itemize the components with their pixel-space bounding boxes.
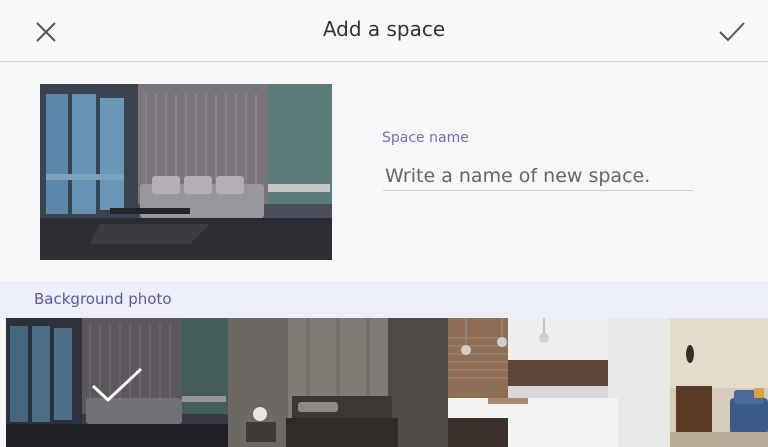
checkmark-icon[interactable] [718,20,746,44]
photo-thumbnail-selected[interactable] [6,318,228,447]
background-photo-section-header: Background photo [0,281,768,318]
page-title: Add a space [322,17,446,41]
selected-check-icon [91,367,143,403]
section-title: Background photo [34,290,172,308]
top-bar: Add a space [0,0,768,62]
space-name-input[interactable] [383,161,693,191]
photo-thumbnail[interactable] [448,318,670,447]
space-form: Space name [0,63,768,281]
space-name-label: Space name [382,130,469,146]
background-photo-gallery [6,318,768,447]
photo-thumbnail[interactable] [670,318,768,447]
photo-thumbnail[interactable] [228,318,448,447]
selected-photo-preview [40,84,332,260]
